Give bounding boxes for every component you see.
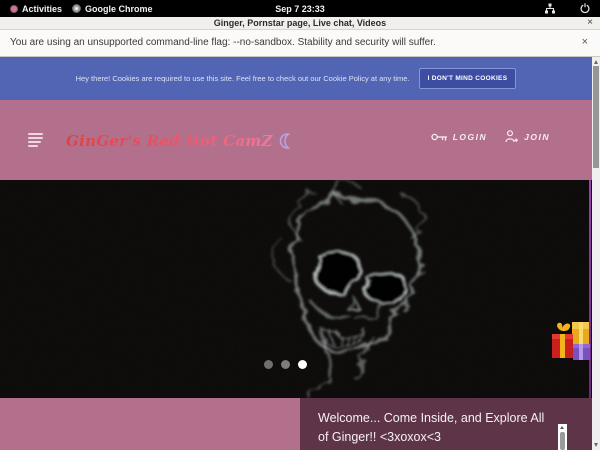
carousel-dot[interactable] [281, 360, 290, 369]
logo-text: GinGer's Red Hot CamZ [66, 132, 273, 150]
welcome-text: Welcome... Come Inside, and Explore All … [318, 409, 550, 447]
screen: Activities Google Chrome Sep 7 23:33 Gin [0, 0, 600, 450]
scroll-up-arrow-icon[interactable] [560, 426, 564, 429]
key-icon [431, 132, 448, 142]
hero-slider [0, 180, 592, 398]
welcome-panel: Welcome... Come Inside, and Explore All … [300, 398, 592, 450]
network-status-button[interactable] [544, 0, 556, 17]
site-header: GinGer's Red Hot CamZ LOGIN [0, 100, 592, 180]
carousel-dots [264, 360, 307, 369]
login-label: LOGIN [453, 132, 487, 142]
carousel-dot[interactable] [298, 360, 307, 369]
browser-scrollbar-thumb[interactable] [593, 66, 599, 168]
gifts-widget[interactable] [550, 318, 592, 369]
flag-warning-message: You are using an unsupported command-lin… [10, 30, 436, 56]
cookie-message: Hey there! Cookies are required to use t… [76, 74, 410, 83]
moon-icon [278, 133, 294, 149]
browser-scrollbar[interactable] [592, 57, 600, 450]
window-close-button[interactable]: × [587, 17, 593, 30]
welcome-scrollbar-thumb[interactable] [560, 432, 565, 450]
flag-warning-close-button[interactable]: × [582, 30, 588, 56]
join-label: JOIN [524, 132, 550, 142]
clock-label: Sep 7 23:33 [275, 4, 325, 14]
cookie-banner: Hey there! Cookies are required to use t… [0, 57, 592, 100]
site-logo[interactable]: GinGer's Red Hot CamZ [66, 128, 294, 154]
hamburger-menu-icon[interactable] [28, 133, 44, 147]
scrollbar-down-arrow-icon[interactable] [594, 443, 598, 447]
window-title: Ginger, Pornstar page, Live chat, Videos [0, 17, 600, 30]
login-button[interactable]: LOGIN [431, 132, 487, 142]
user-add-icon [505, 130, 519, 143]
join-button[interactable]: JOIN [505, 130, 550, 143]
carousel-dot[interactable] [264, 360, 273, 369]
gift-icon [550, 318, 592, 364]
welcome-scrollbar[interactable] [558, 424, 567, 450]
power-icon [580, 3, 590, 14]
accept-cookies-button[interactable]: I DON'T MIND COOKIES [419, 68, 517, 89]
flag-warning-bar: You are using an unsupported command-lin… [0, 30, 600, 57]
scrollbar-up-arrow-icon[interactable] [594, 60, 598, 64]
gnome-top-bar: Activities Google Chrome Sep 7 23:33 [0, 0, 600, 17]
header-actions: LOGIN JOIN [431, 130, 550, 143]
browser-titlebar: Ginger, Pornstar page, Live chat, Videos… [0, 17, 600, 30]
power-menu-button[interactable] [580, 0, 590, 17]
clock-button[interactable]: Sep 7 23:33 [0, 0, 600, 17]
network-icon [544, 3, 556, 14]
